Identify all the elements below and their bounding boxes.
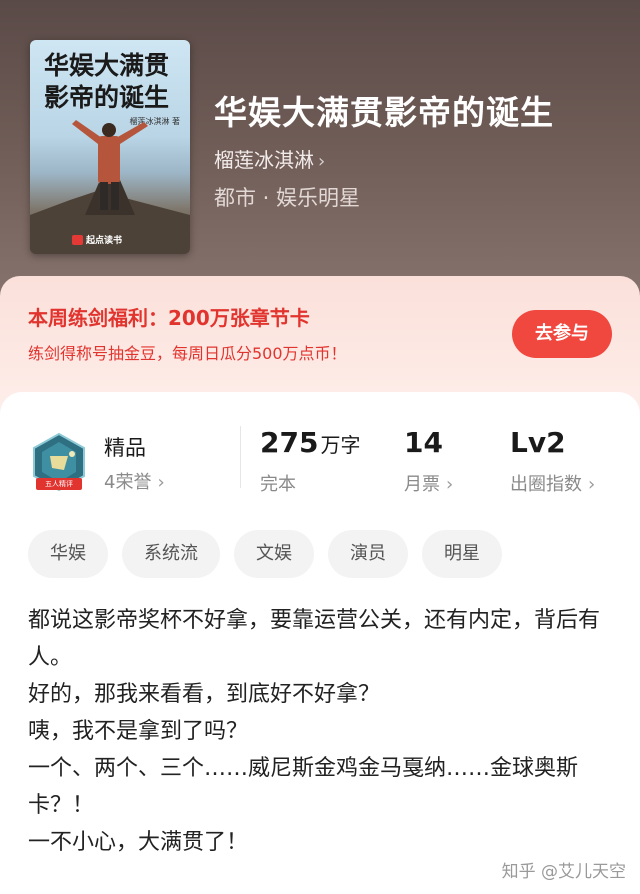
quality-label: 精品 xyxy=(104,436,146,460)
intro-paragraph: 好的，那我来看看，到底好不好拿？ xyxy=(28,682,381,707)
monthly-votes-value: 14 xyxy=(404,426,443,459)
join-button[interactable]: 去参与 xyxy=(512,310,612,358)
intro-paragraph: 都说这影帝奖杯不好拿，要靠运营公关，还有内定，背后有人。 xyxy=(28,608,601,670)
chevron-right-icon: › xyxy=(157,472,165,493)
tag-chip[interactable]: 华娱 xyxy=(28,530,108,578)
tag-chip[interactable]: 演员 xyxy=(328,530,408,578)
author-link[interactable]: 榴莲冰淇淋 › xyxy=(214,144,325,173)
book-header: 华娱大满贯影帝的诞生 榴莲冰淇淋 著 起点读书 华娱大满贯影帝的诞生 榴莲冰淇淋… xyxy=(0,0,640,300)
book-detail-card: 五人精评 精品 4荣誉 › 275 万字 完本 14 月票 › Lv2 出圈指数 › 华… xyxy=(0,392,640,894)
promo-title: 本周练剑福利：200万张章节卡 xyxy=(28,306,310,330)
honors-link[interactable]: 4荣誉 › xyxy=(104,468,165,494)
tag-chip[interactable]: 明星 xyxy=(422,530,502,578)
completion-status: 完本 xyxy=(260,474,296,495)
book-title: 华娱大满贯影帝的诞生 xyxy=(214,93,554,132)
book-genre: 都市 · 娱乐明星 xyxy=(214,186,361,210)
book-cover[interactable]: 华娱大满贯影帝的诞生 榴莲冰淇淋 著 起点读书 xyxy=(30,40,190,254)
level-link[interactable]: 出圈指数 › xyxy=(510,470,595,496)
intro-paragraph: 一不小心，大满贯了！ xyxy=(28,830,249,855)
level-label: 出圈指数 xyxy=(510,474,582,495)
chevron-right-icon: › xyxy=(318,151,326,172)
publisher-logo-icon xyxy=(72,235,83,245)
book-intro[interactable]: 都说这影帝奖杯不好拿，要靠运营公关，还有内定，背后有人。 好的，那我来看看，到底… xyxy=(28,602,612,861)
cover-illustration xyxy=(30,120,190,254)
monthly-votes-label: 月票 xyxy=(404,474,440,495)
level-value: Lv2 xyxy=(510,426,566,459)
author-name: 榴莲冰淇淋 xyxy=(214,148,314,172)
tag-chip[interactable]: 系统流 xyxy=(122,530,220,578)
intro-paragraph: 咦，我不是拿到了吗？ xyxy=(28,719,249,744)
zhihu-watermark: 知乎 @艾儿天空 xyxy=(501,862,626,882)
monthly-votes-link[interactable]: 月票 › xyxy=(404,470,453,496)
honors-count: 4荣誉 xyxy=(104,472,152,493)
cover-publisher: 起点读书 xyxy=(86,236,123,246)
chevron-right-icon: › xyxy=(446,474,454,495)
word-count: 275 万字 xyxy=(260,426,360,459)
stats-divider xyxy=(240,426,241,488)
badge-caption-icon: 五人精评 xyxy=(36,478,82,490)
word-count-unit: 万字 xyxy=(320,433,361,457)
tag-list: 华娱 系统流 文娱 演员 明星 xyxy=(28,530,502,578)
intro-paragraph: 一个、两个、三个……威尼斯金鸡金马戛纳……金球奥斯卡？！ xyxy=(28,756,579,818)
word-count-value: 275 xyxy=(260,426,319,459)
tag-chip[interactable]: 文娱 xyxy=(234,530,314,578)
chevron-right-icon: › xyxy=(588,474,596,495)
promo-subtitle: 练剑得称号抽金豆，每周日瓜分500万点币！ xyxy=(28,344,347,363)
